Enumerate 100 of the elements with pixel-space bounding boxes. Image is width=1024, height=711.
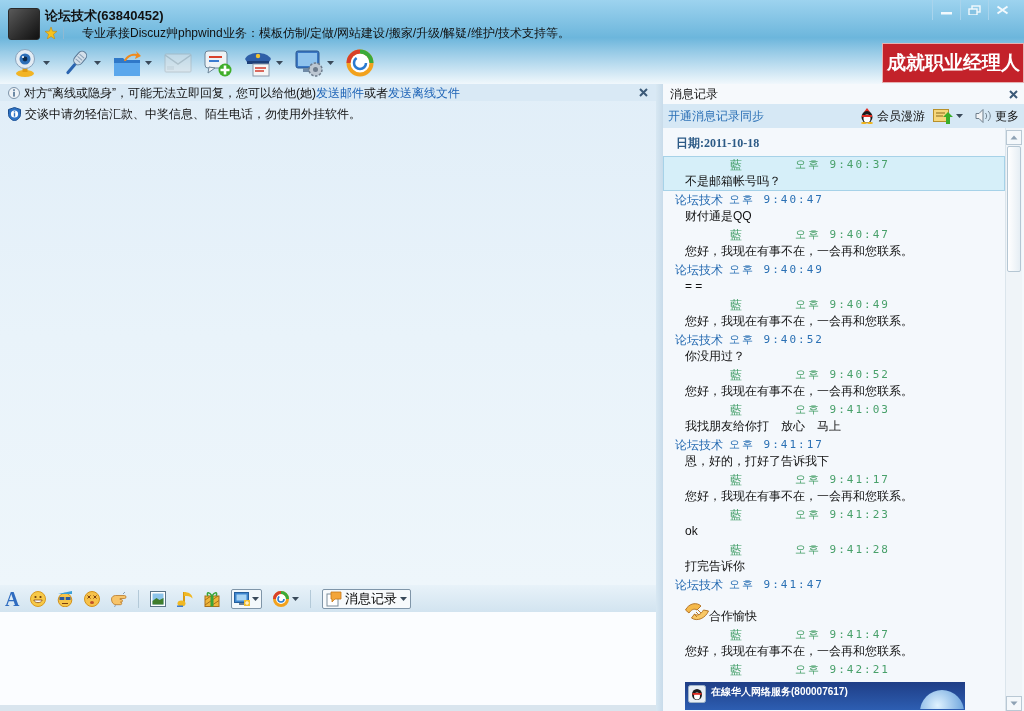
message-entry[interactable]: 论坛技术 오후 9:40:47 财付通是QQ — [663, 191, 1005, 226]
message-time: 오후 9:40:52 — [729, 332, 824, 348]
caret-icon[interactable] — [956, 114, 963, 118]
message-text: 合作愉快 — [709, 608, 757, 624]
monitor-gear-icon[interactable] — [295, 49, 323, 77]
message-text: 不是邮箱帐号吗？ — [684, 173, 782, 190]
message-entry[interactable]: 论坛技术 오후 9:40:52 你没用过？ — [663, 331, 1005, 366]
message-time: 오후 9:40:47 — [729, 192, 824, 208]
dizzy-face-icon[interactable] — [84, 590, 101, 607]
shield-icon — [8, 106, 21, 121]
pointing-hand-icon[interactable] — [111, 590, 128, 607]
screenshot-button[interactable] — [231, 588, 263, 609]
signature-text: 专业承接Discuz艸phpwind业务：模板仿制/定做/网站建设/搬家/升级/解疑/维护/技术支持等。 — [82, 26, 571, 40]
notice-text: 对方“离线或隐身”，可能无法立即回复，您可以给他(她)发送邮件或者发送离线文件 — [24, 84, 460, 101]
message-entry[interactable]: 藍 오후 9:41:47 您好，我现在有事不在，一会再和您联系。 — [663, 626, 1005, 661]
caret-icon[interactable] — [145, 61, 152, 65]
message-time: 오후 9:40:47 — [795, 227, 890, 243]
sender-name: 藍 — [730, 297, 743, 313]
orb-icon — [919, 689, 965, 709]
message-time: 오후 9:40:49 — [795, 297, 890, 313]
message-text: 恩，好的，打好了告诉我下 — [684, 453, 830, 470]
speaker-icon[interactable] — [975, 109, 992, 123]
message-text: 您好，我现在有事不在，一会再和您联系。 — [684, 313, 914, 330]
message-entry[interactable]: 藍 오후 9:41:03 我找朋友给你打 放心 马上 — [663, 401, 1005, 436]
message-text: 财付通是QQ — [684, 208, 753, 225]
message-entry[interactable]: 藍 오후 9:42:21 在線华人网络服务(800007617) — [663, 661, 1005, 711]
window-title: 在線华人网络服务(800007617) — [711, 685, 848, 699]
sender-name: 藍 — [730, 472, 743, 488]
music-note-icon[interactable] — [177, 590, 194, 607]
sender-name: 藍 — [730, 507, 743, 523]
folder-icon[interactable] — [113, 49, 141, 77]
sender-name: 藍 — [730, 662, 743, 678]
ring-logo-icon[interactable] — [273, 590, 290, 607]
caret-icon[interactable] — [327, 61, 334, 65]
message-time: 오후 9:41:03 — [795, 402, 890, 418]
scroll-down-icon[interactable] — [1006, 696, 1022, 711]
star-icon — [45, 27, 57, 39]
message-entry[interactable]: 藍 오후 9:40:52 您好，我现在有事不在，一会再和您联系。 — [663, 366, 1005, 401]
font-button[interactable]: A — [5, 588, 20, 609]
sender-name: 藍 — [730, 627, 743, 643]
message-entry[interactable]: 论坛技术 오후 9:40:49 = = — [663, 261, 1005, 296]
notice-text: 交谈中请勿轻信汇款、中奖信息、陌生电话，勿使用外挂软件。 — [25, 105, 361, 122]
sunglasses-face-icon[interactable] — [57, 590, 74, 607]
panel-title: 消息记录 — [670, 86, 718, 103]
ring-logo-icon[interactable] — [346, 49, 374, 77]
message-text: 您好，我现在有事不在，一会再和您联系。 — [684, 643, 914, 660]
penguin-icon — [688, 685, 706, 703]
message-entry[interactable]: 藍 오후 9:41:28 打完告诉你 — [663, 541, 1005, 576]
message-text: 您好，我现在有事不在，一会再和您联系。 — [684, 243, 914, 260]
scrollbar-thumb[interactable] — [1007, 146, 1021, 272]
input-field[interactable] — [0, 612, 656, 705]
gift-icon[interactable] — [204, 590, 221, 607]
scroll-up-icon[interactable] — [1006, 130, 1022, 145]
sender-name: 论坛技术 — [675, 332, 723, 348]
sender-name: 藍 — [730, 227, 743, 243]
picture-icon[interactable] — [150, 590, 167, 607]
ad-banner[interactable]: 成就职业经理人 — [882, 43, 1024, 83]
notice-link[interactable]: 发送离线文件 — [388, 85, 460, 100]
message-entry[interactable]: 藍 오후 9:41:23 ok — [663, 506, 1005, 541]
caret-icon[interactable] — [43, 61, 50, 65]
roaming-button[interactable]: 会员漫游 — [860, 107, 925, 125]
smiley-icon[interactable] — [30, 590, 47, 607]
notice-link[interactable]: 发送邮件 — [316, 85, 364, 100]
sender-name: 论坛技术 — [675, 192, 723, 208]
sender-name: 藍 — [730, 402, 743, 418]
message-time: 오후 9:40:52 — [795, 367, 890, 383]
chat-bubble-plus-icon[interactable] — [204, 49, 232, 77]
message-entry[interactable]: 藍 오후 9:40:47 您好，我现在有事不在，一会再和您联系。 — [663, 226, 1005, 261]
message-entry[interactable]: 藍 오후 9:40:37 不是邮箱帐号吗？ — [663, 156, 1005, 191]
more-button[interactable]: 更多 — [995, 107, 1019, 125]
message-time: 오후 9:42:21 — [795, 662, 890, 678]
message-time: 오후 9:41:17 — [795, 472, 890, 488]
close-icon[interactable] — [1009, 89, 1018, 99]
message-text: 你没用过？ — [684, 348, 746, 365]
history-button[interactable]: 消息记录 — [322, 588, 412, 609]
sync-link[interactable]: 开通消息记录同步 — [668, 107, 764, 125]
caret-icon[interactable] — [276, 61, 283, 65]
sender-name: 论坛技术 — [675, 262, 723, 278]
message-time: 오후 9:40:49 — [729, 262, 824, 278]
message-text: = = — [684, 278, 704, 295]
close-icon[interactable] — [639, 88, 648, 97]
message-text: ok — [684, 523, 699, 540]
sender-name: 藍 — [730, 367, 743, 383]
message-entry[interactable]: 藍 오후 9:40:49 您好，我现在有事不在，一会再和您联系。 — [663, 296, 1005, 331]
message-text: 我找朋友给你打 放心 马上 — [684, 418, 842, 435]
message-entry[interactable]: 论坛技术 오후 9:41:47 合作愉快 — [663, 576, 1005, 626]
sender-name: 论坛技术 — [675, 437, 723, 453]
message-text: 您好，我现在有事不在，一会再和您联系。 — [684, 383, 914, 400]
contact-name: 论坛技术(63840452) — [45, 8, 165, 23]
caret-icon[interactable] — [94, 61, 101, 65]
info-icon — [8, 86, 20, 99]
message-text: 打完告诉你 — [684, 558, 746, 575]
message-entry[interactable]: 藍 오후 9:41:17 您好，我现在有事不在，一会再和您联系。 — [663, 471, 1005, 506]
message-time: 오후 9:41:17 — [729, 437, 824, 453]
message-entry[interactable]: 论坛技术 오후 9:41:17 恩，好的，打好了告诉我下 — [663, 436, 1005, 471]
message-time: 오후 9:41:23 — [795, 507, 890, 523]
caret-icon[interactable] — [292, 596, 300, 601]
penguin-icon — [860, 108, 874, 124]
message-time: 오후 9:41:47 — [795, 627, 890, 643]
message-time: 오후 9:41:47 — [729, 577, 824, 593]
